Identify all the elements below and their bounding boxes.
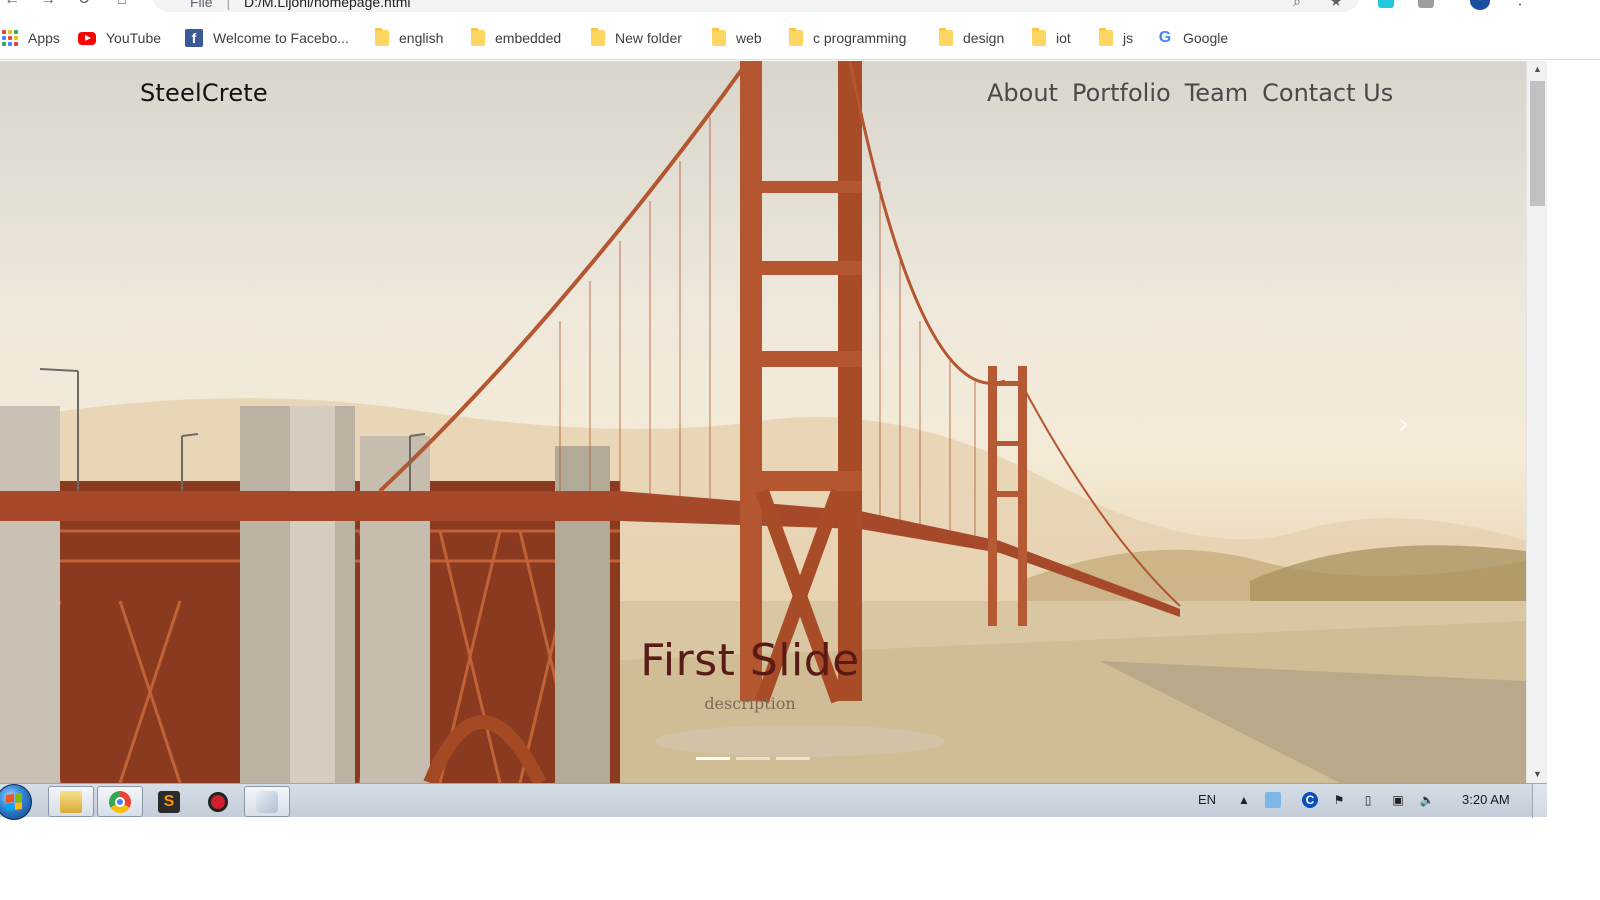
bookmark-facebook[interactable]: f Welcome to Facebo...: [185, 28, 349, 48]
page-viewport: SteelCrete About Portfolio Team Contact …: [0, 61, 1526, 783]
tray-c-app-icon[interactable]: C: [1302, 792, 1318, 808]
back-arrow-icon[interactable]: ←: [2, 0, 22, 10]
zoom-icon[interactable]: ⌕: [1288, 0, 1306, 10]
bookmark-label: c programming: [813, 30, 907, 46]
profile-avatar[interactable]: [1470, 0, 1490, 10]
bookmark-folder-english[interactable]: english: [375, 28, 443, 48]
address-url[interactable]: File | D:/M.Lijohi/homepage.html: [190, 0, 411, 10]
taskbar-sublime[interactable]: S: [146, 786, 192, 817]
start-button[interactable]: [0, 784, 32, 820]
bookmark-folder-design[interactable]: design: [939, 28, 1004, 48]
bookmark-label: iot: [1056, 30, 1071, 46]
paint-icon: [256, 790, 278, 813]
bookmark-youtube[interactable]: YouTube: [78, 28, 161, 48]
taskbar-chrome[interactable]: [97, 786, 143, 817]
app-red-icon: [208, 791, 228, 812]
battery-icon[interactable]: ▯: [1360, 792, 1376, 808]
network-icon[interactable]: ▣: [1390, 792, 1406, 808]
show-desktop-button[interactable]: [1532, 784, 1547, 818]
taskbar-app-red[interactable]: [195, 786, 241, 817]
bookmark-folder-web[interactable]: web: [712, 28, 762, 48]
system-clock[interactable]: 3:20 AM: [1462, 792, 1510, 807]
address-scheme: File: [190, 0, 213, 10]
carousel-caption: First Slide description: [560, 635, 940, 713]
bookmark-google[interactable]: G Google: [1157, 28, 1228, 48]
bookmarks-bar: Apps YouTube f Welcome to Facebo... engl…: [0, 14, 1600, 60]
folder-icon: [471, 28, 485, 46]
volume-icon[interactable]: 🔈: [1419, 792, 1435, 808]
folder-icon: [1032, 28, 1046, 46]
sublime-text-icon: S: [158, 790, 180, 813]
bookmark-label: Google: [1183, 30, 1229, 46]
bookmark-folder-c-programming[interactable]: c programming: [789, 28, 906, 48]
bookmark-label: Apps: [28, 30, 60, 46]
star-icon[interactable]: ★: [1327, 0, 1345, 10]
facebook-icon: f: [185, 29, 203, 47]
nav-link-portfolio[interactable]: Portfolio: [1072, 79, 1171, 107]
google-icon: G: [1158, 29, 1172, 46]
nav-link-team[interactable]: Team: [1185, 79, 1248, 107]
scroll-down-arrow-icon[interactable]: ▼: [1527, 766, 1548, 783]
carousel-next-icon[interactable]: ›: [1398, 407, 1409, 440]
bookmark-label: Welcome to Facebo...: [213, 30, 349, 46]
carousel-indicator-1[interactable]: [696, 757, 730, 760]
folder-icon: [712, 28, 726, 46]
bookmark-label: YouTube: [106, 30, 162, 46]
browser-toolbar: ← → ↻ ⌂ File | D:/M.Lijohi/homepage.html…: [0, 0, 1600, 14]
scroll-thumb[interactable]: [1530, 81, 1545, 206]
bookmark-label: english: [399, 30, 444, 46]
action-center-flag-icon[interactable]: ⚑: [1331, 792, 1347, 808]
apps-grid-icon: [2, 30, 18, 46]
carousel-indicators: [696, 757, 810, 760]
page-scrollbar[interactable]: ▲ ▼: [1526, 61, 1547, 783]
reload-icon[interactable]: ↻: [74, 0, 94, 10]
taskbar-explorer[interactable]: [48, 786, 94, 817]
windows-logo-icon: [6, 793, 22, 811]
folder-icon: [789, 28, 803, 46]
bookmark-folder-embedded[interactable]: embedded: [471, 28, 561, 48]
folder-icon: [1099, 28, 1113, 46]
bookmark-label: design: [963, 30, 1005, 46]
chrome-icon: [109, 790, 131, 813]
extension-icon-2[interactable]: [1418, 0, 1434, 8]
extension-icon[interactable]: [1378, 0, 1394, 8]
tray-expand-icon[interactable]: ▲: [1236, 792, 1252, 808]
scroll-up-arrow-icon[interactable]: ▲: [1527, 61, 1548, 78]
forward-arrow-icon[interactable]: →: [38, 0, 58, 10]
home-icon[interactable]: ⌂: [112, 0, 132, 10]
bookmark-label: New folder: [615, 30, 682, 46]
slide-description: description: [704, 694, 796, 713]
bookmark-label: js: [1123, 30, 1134, 46]
bookmark-folder-js[interactable]: js: [1099, 28, 1133, 48]
carousel-indicator-2[interactable]: [736, 757, 770, 760]
site-nav: About Portfolio Team Contact Us: [987, 79, 1393, 107]
bookmark-folder-new-folder[interactable]: New folder: [591, 28, 682, 48]
nav-link-about[interactable]: About: [987, 79, 1058, 107]
menu-dots-icon[interactable]: ⋮: [1510, 0, 1530, 10]
bookmark-folder-iot[interactable]: iot: [1032, 28, 1071, 48]
folder-icon: [939, 28, 953, 46]
slide-title: First Slide: [640, 635, 860, 686]
bookmark-label: embedded: [495, 30, 562, 46]
address-path: D:/M.Lijohi/homepage.html: [243, 0, 411, 10]
carousel-indicator-3[interactable]: [776, 757, 810, 760]
language-indicator[interactable]: EN: [1198, 792, 1216, 807]
folder-icon: [591, 28, 605, 46]
windows-taskbar: S EN ▲ C ⚑ ▯ ▣ 🔈 3:20 AM: [0, 783, 1547, 820]
site-brand-logo[interactable]: SteelCrete: [140, 79, 268, 107]
nav-link-contact-us[interactable]: Contact Us: [1262, 79, 1393, 107]
tray-network-drive-icon[interactable]: [1265, 792, 1281, 808]
bookmark-apps[interactable]: Apps: [2, 28, 60, 48]
youtube-icon: [78, 31, 96, 45]
explorer-icon: [60, 790, 82, 813]
address-divider: |: [226, 0, 231, 10]
folder-icon: [375, 28, 389, 46]
taskbar-paint[interactable]: [244, 786, 290, 817]
bookmark-label: web: [736, 30, 762, 46]
